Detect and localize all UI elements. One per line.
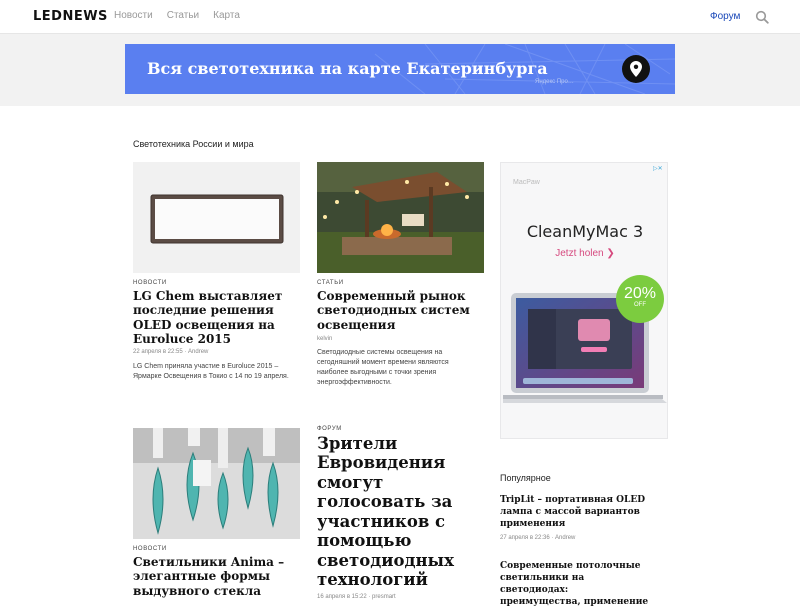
card-meta: kelvin xyxy=(317,336,333,342)
card-title[interactable]: Современный рынок светодиодных систем ос… xyxy=(317,289,485,332)
site-header: LEDNEWS Новости Статьи Карта Форум xyxy=(0,0,800,34)
advertisement[interactable]: ▷✕ MacPaw CleanMyMac 3 Jetzt holen ❯ 20%… xyxy=(500,162,668,439)
card-excerpt: Светодиодные системы освещения на сегодн… xyxy=(317,349,449,387)
popular-item-meta: 27 апреля в 22:36 · Andrew xyxy=(500,535,576,541)
banner-text: Вся светотехника на карте Екатеринбурга xyxy=(147,59,548,78)
card-title[interactable]: LG Chem выставляет последние решения OLE… xyxy=(133,289,303,347)
forum-link[interactable]: Форум xyxy=(710,11,740,22)
card-category: НОВОСТИ xyxy=(133,280,167,286)
popular-item-title[interactable]: Современные потолочные светильники на св… xyxy=(500,560,650,609)
card-excerpt: LG Chem приняла участие в Euroluce 2015 … xyxy=(133,363,289,381)
glass-pendants-photo xyxy=(133,428,300,539)
card-category: ФОРУМ xyxy=(317,426,342,432)
discount-value: 20% xyxy=(623,285,657,302)
nav-articles[interactable]: Статьи xyxy=(167,10,199,21)
map-attribution: Яндекс Про… xyxy=(535,79,574,85)
ad-cta-link[interactable]: Jetzt holen ❯ xyxy=(501,248,667,259)
discount-label: OFF xyxy=(634,302,646,308)
popular-item-title[interactable]: TripLit – портативная OLED лампа с массо… xyxy=(500,494,650,530)
ad-choices-icon[interactable]: ▷✕ xyxy=(653,165,665,173)
nav-map[interactable]: Карта xyxy=(213,10,240,21)
main-nav: Новости Статьи Карта xyxy=(114,10,240,21)
ad-title: CleanMyMac 3 xyxy=(526,222,644,241)
card-image[interactable] xyxy=(317,162,484,273)
card-category: СТАТЬИ xyxy=(317,280,344,286)
nav-news[interactable]: Новости xyxy=(114,10,153,21)
map-banner[interactable]: Вся светотехника на карте Екатеринбурга … xyxy=(125,44,675,94)
patio-photo xyxy=(317,162,484,273)
card-meta: 16 апреля в 15:22 · presmart xyxy=(317,594,396,600)
oled-panel-illustration xyxy=(150,194,284,244)
search-icon[interactable] xyxy=(755,10,769,24)
ad-brand: MacPaw xyxy=(513,179,540,186)
site-logo[interactable]: LEDNEWS xyxy=(33,9,108,24)
popular-heading: Популярное xyxy=(500,473,551,483)
card-image[interactable] xyxy=(133,428,300,539)
card-meta: 22 апреля в 22:55 · Andrew xyxy=(133,349,209,355)
card-title[interactable]: Светильники Anima – элегантные формы выд… xyxy=(133,555,293,598)
map-pin-icon xyxy=(630,61,642,77)
featured-title[interactable]: Зрители Евровидения смогут голосовать за… xyxy=(317,434,477,590)
map-pin-button[interactable] xyxy=(622,55,650,83)
banner-zone: Вся светотехника на карте Екатеринбурга … xyxy=(0,34,800,106)
section-heading: Светотехника России и мира xyxy=(133,139,254,149)
discount-badge: 20% OFF xyxy=(616,275,664,323)
card-category: НОВОСТИ xyxy=(133,546,167,552)
card-image[interactable] xyxy=(133,162,300,273)
